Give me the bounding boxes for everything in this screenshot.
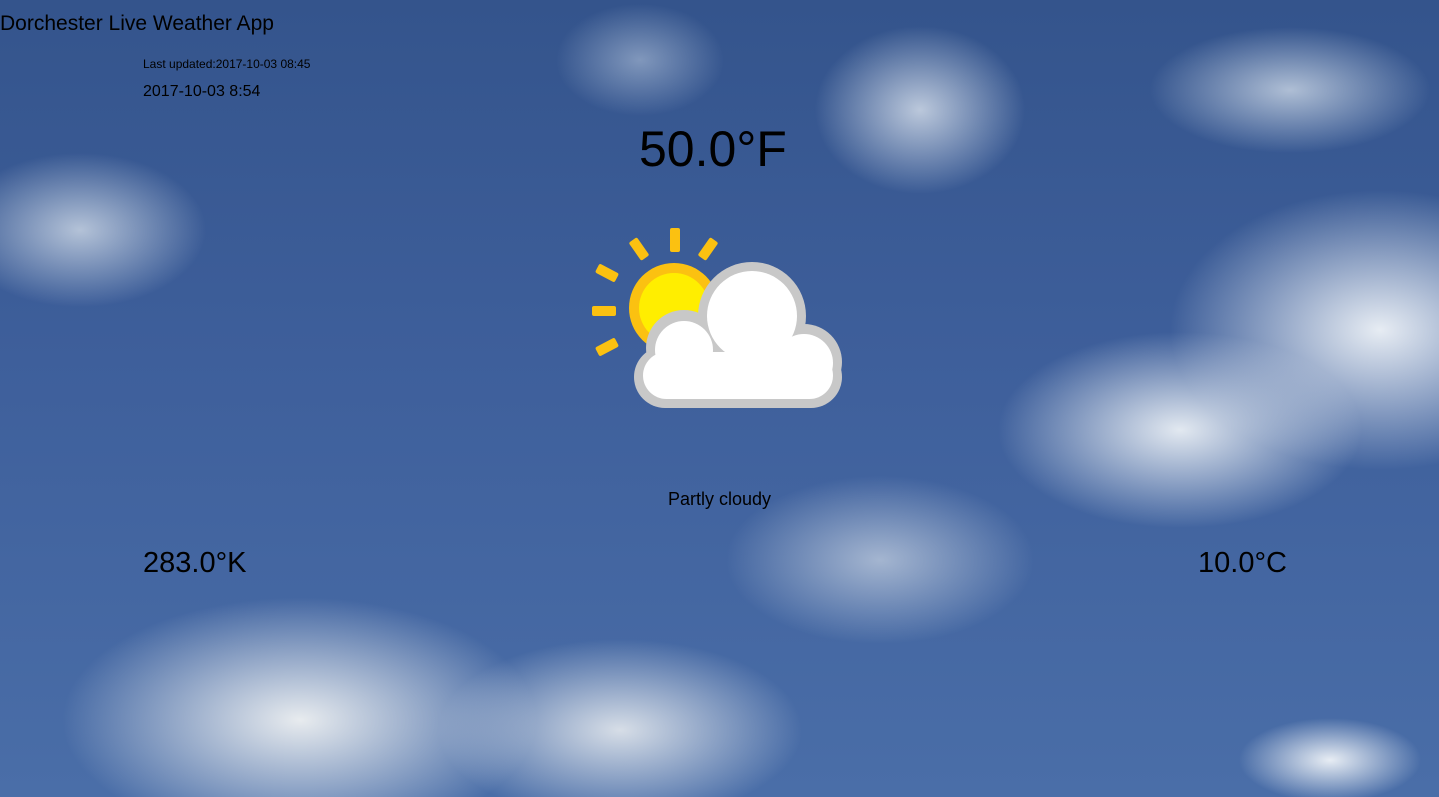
app-title: Dorchester Live Weather App [0, 12, 274, 35]
weather-condition-text: Partly cloudy [667, 489, 772, 509]
temperature-celsius: 10.0°C [1198, 547, 1287, 579]
local-time-text: 2017-10-03 8:54 [143, 83, 261, 100]
temperature-kelvin: 283.0°K [143, 547, 247, 579]
temperature-fahrenheit: 50.0°F [639, 121, 787, 177]
last-updated-text: Last updated:2017-10-03 08:45 [143, 57, 311, 71]
partly-cloudy-icon [590, 226, 846, 412]
